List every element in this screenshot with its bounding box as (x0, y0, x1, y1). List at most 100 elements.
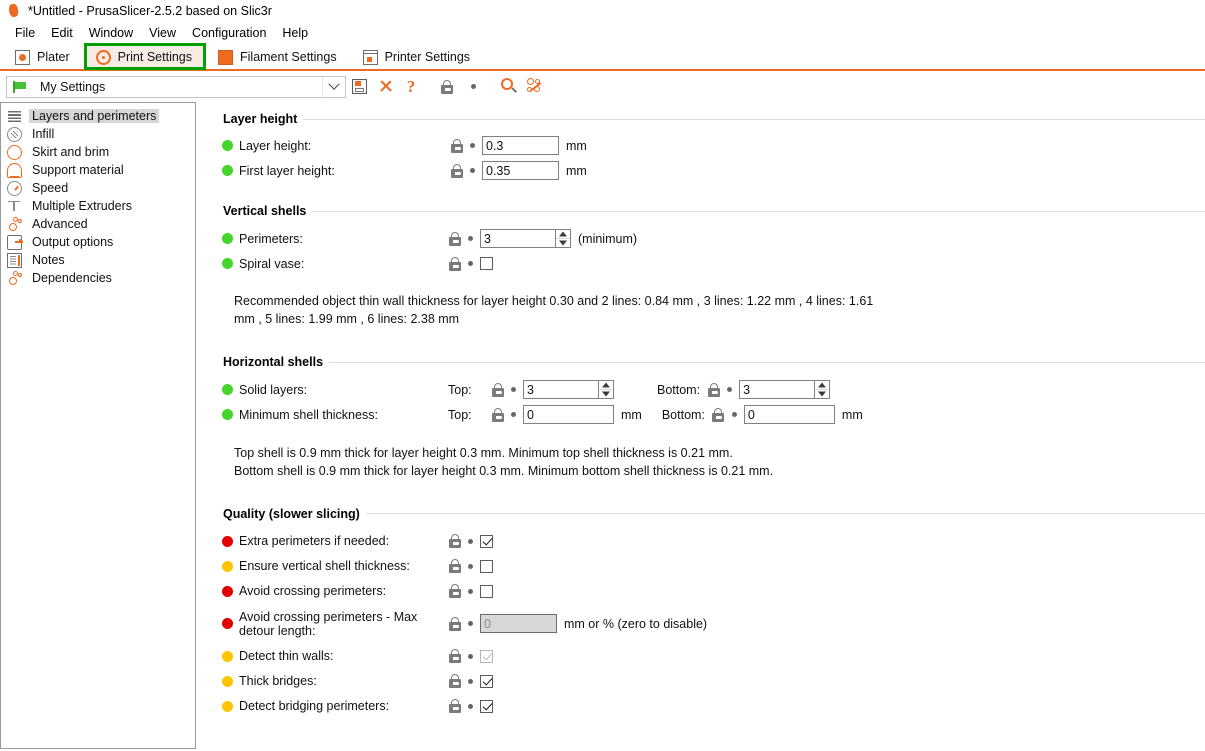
menu-window[interactable]: Window (81, 24, 141, 42)
avoid-crossing-perimeters-checkbox[interactable] (480, 584, 493, 598)
revert-dot-icon[interactable] (727, 387, 733, 393)
solid-layers-bottom-input[interactable]: 3 (739, 380, 815, 400)
sidebar-item-multiple-extruders[interactable]: Multiple Extruders (1, 197, 195, 215)
preset-combobox[interactable]: My Settings (6, 75, 346, 98)
status-bullet (222, 535, 233, 547)
revert-dot-icon[interactable] (468, 703, 473, 709)
detect-bridging-perimeters-checkbox[interactable] (480, 699, 493, 713)
solid-layers-top-spinner[interactable]: 3 (523, 380, 614, 400)
sidebar-item-label: Skirt and brim (32, 145, 110, 159)
option-label: Extra perimeters if needed: (239, 534, 390, 548)
group-quality: Quality (slower slicing) Extra perimeter… (216, 505, 1205, 719)
option-row-perimeters: Perimeters: 3 (minimum) (216, 226, 1205, 251)
max-detour-length-input[interactable]: 0 (480, 614, 557, 633)
lock-icon[interactable] (448, 699, 461, 713)
lock-icon[interactable] (712, 407, 725, 422)
sidebar-item-notes[interactable]: Notes (1, 251, 195, 269)
compare-presets-button[interactable] (522, 74, 548, 100)
lock-icon[interactable] (448, 616, 461, 631)
revert-dot-icon[interactable] (511, 412, 516, 418)
perimeters-spinner[interactable]: 3 (480, 229, 571, 248)
status-bullet (222, 409, 233, 421)
sidebar-item-layers-and-perimeters[interactable]: Layers and perimeters (1, 107, 195, 125)
sidebar-item-label: Notes (32, 253, 65, 267)
revert-dot-icon[interactable] (468, 653, 473, 659)
layer-height-input[interactable]: 0.3 (482, 136, 559, 155)
revert-dot-icon[interactable] (468, 261, 473, 266)
revert-dot-icon[interactable] (468, 538, 473, 544)
sidebar-item-speed[interactable]: Speed (1, 179, 195, 197)
sidebar-item-support-material[interactable]: Support material (1, 161, 195, 179)
lock-icon[interactable] (450, 163, 463, 178)
delete-preset-button[interactable] (372, 74, 398, 100)
sidebar-item-infill[interactable]: Infill (1, 125, 195, 143)
perimeters-input[interactable]: 3 (480, 229, 555, 248)
sidebar-item-dependencies[interactable]: Dependencies (1, 269, 195, 287)
min-shell-thickness-bottom-input[interactable]: 0 (743, 405, 835, 425)
lock-icon[interactable] (448, 534, 461, 548)
lock-icon[interactable] (448, 649, 461, 663)
chevron-down-icon[interactable] (322, 76, 345, 97)
extra-perimeters-checkbox[interactable] (480, 534, 493, 548)
lock-icon[interactable] (448, 674, 461, 688)
revert-dot-icon[interactable] (470, 168, 475, 173)
menu-configuration[interactable]: Configuration (184, 24, 274, 42)
option-row-first-layer-height: First layer height: 0.35 mm (216, 158, 1205, 183)
spiral-vase-checkbox[interactable] (480, 257, 493, 270)
revert-dot-icon[interactable] (468, 236, 473, 241)
spinner-down-icon (556, 239, 570, 247)
settings-category-list: Layers and perimeters Infill Skirt and b… (0, 102, 196, 749)
option-row-extra-perimeters: Extra perimeters if needed: (216, 529, 1205, 554)
revert-dot-icon[interactable] (468, 588, 473, 594)
menu-help[interactable]: Help (274, 24, 316, 42)
prusaslicer-logo-icon (7, 4, 20, 18)
menu-edit[interactable]: Edit (43, 24, 81, 42)
revert-dot-icon[interactable] (468, 563, 473, 569)
option-label: Thick bridges: (239, 674, 317, 688)
revert-dot-icon[interactable] (511, 387, 516, 393)
min-shell-thickness-top-input[interactable]: 0 (523, 405, 614, 425)
tab-filament-settings[interactable]: Filament Settings (207, 44, 350, 69)
sidebar-item-advanced[interactable]: Advanced (1, 215, 195, 233)
option-row-solid-layers: Solid layers: Top: 3 Bottom: 3 (216, 377, 1205, 402)
revert-dot-icon[interactable] (731, 412, 737, 418)
sidebar-item-skirt-and-brim[interactable]: Skirt and brim (1, 143, 195, 161)
lock-icon[interactable] (491, 382, 504, 397)
solid-layers-top-input[interactable]: 3 (523, 380, 598, 400)
lock-icon[interactable] (448, 256, 461, 271)
solid-layers-bottom-spinner[interactable]: 3 (739, 380, 831, 400)
option-label: Perimeters: (239, 231, 303, 246)
lock-icon[interactable] (491, 407, 504, 422)
help-button[interactable]: ? (398, 74, 424, 100)
spinner-up-icon (815, 381, 830, 391)
support-material-icon (7, 162, 22, 178)
spinner-buttons[interactable] (814, 380, 831, 400)
lock-icon[interactable] (448, 231, 461, 246)
revert-dot-icon[interactable] (468, 621, 473, 626)
menu-view[interactable]: View (141, 24, 184, 42)
revert-dot-button[interactable] (460, 74, 486, 100)
first-layer-height-input[interactable]: 0.35 (482, 161, 559, 180)
horizontal-shells-note-line2: Bottom shell is 0.9 mm thick for layer h… (234, 464, 774, 479)
revert-dot-icon[interactable] (470, 143, 475, 148)
menu-file[interactable]: File (7, 24, 43, 42)
spinner-buttons[interactable] (555, 229, 571, 248)
tab-plater[interactable]: Plater (4, 44, 83, 69)
thick-bridges-checkbox[interactable] (480, 674, 493, 688)
green-flag-icon (13, 80, 27, 93)
search-button[interactable] (496, 74, 522, 100)
group-title: Layer height (223, 112, 304, 126)
preset-name-value: My Settings (40, 79, 106, 94)
revert-dot-icon[interactable] (468, 678, 473, 684)
lock-toggle-button[interactable] (434, 74, 460, 100)
tab-print-settings[interactable]: Print Settings (83, 43, 207, 70)
lock-icon[interactable] (707, 382, 720, 397)
save-preset-button[interactable] (346, 74, 372, 100)
sidebar-item-output-options[interactable]: Output options (1, 233, 195, 251)
tab-printer-settings[interactable]: Printer Settings (351, 44, 484, 69)
ensure-vertical-shell-thickness-checkbox[interactable] (480, 559, 493, 573)
lock-icon[interactable] (448, 584, 461, 598)
spinner-buttons[interactable] (598, 380, 614, 400)
lock-icon[interactable] (450, 138, 463, 153)
lock-icon[interactable] (448, 559, 461, 573)
